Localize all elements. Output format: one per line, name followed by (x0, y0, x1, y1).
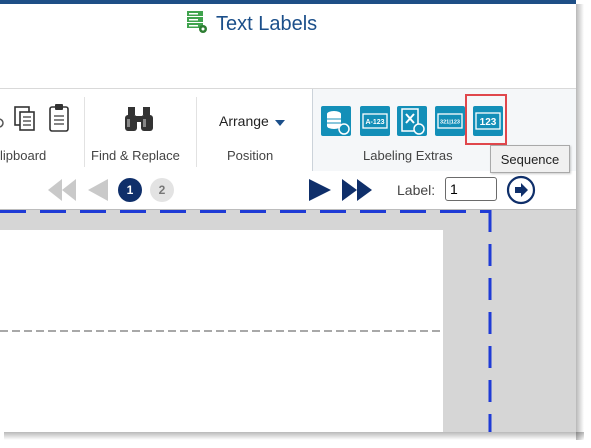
guide-lines (0, 210, 492, 432)
range-icon[interactable]: 321|123 (435, 106, 465, 136)
window-title: Text Labels (186, 10, 317, 39)
copy-icon[interactable] (13, 105, 37, 138)
clipboard-group-label: lipboard (0, 148, 47, 163)
last-page-icon[interactable] (340, 179, 374, 206)
delete-field-icon[interactable] (397, 106, 427, 136)
page-1-button[interactable]: 1 (118, 178, 142, 202)
paste-icon[interactable] (48, 103, 72, 138)
label-caption: Label: (397, 182, 436, 198)
ribbon-divider (84, 97, 85, 167)
a123-text-icon[interactable]: A-123 (360, 106, 390, 136)
window-shadow (576, 4, 584, 440)
app-window: Text Labels lipboard Find & Replace Arra… (0, 0, 576, 432)
window-shadow (4, 432, 584, 440)
caret-down-icon (274, 113, 285, 129)
binoculars-icon[interactable] (124, 105, 154, 138)
find-replace-group-label: Find & Replace (91, 148, 180, 163)
database-icon[interactable] (321, 106, 351, 136)
page-2-button[interactable]: 2 (150, 178, 174, 202)
previous-page-icon[interactable] (86, 179, 110, 206)
text-labels-app-icon (186, 10, 208, 39)
position-group-label: Position (227, 148, 274, 163)
go-arrow-icon[interactable] (506, 175, 536, 210)
ribbon-divider (196, 97, 197, 167)
arrange-dropdown[interactable]: Arrange (219, 113, 285, 129)
format-painter-icon[interactable] (0, 111, 6, 136)
labeling-extras-group-label: Labeling Extras (363, 148, 453, 163)
sequence-highlight-box (465, 94, 507, 145)
page-title: Text Labels (216, 13, 318, 35)
title-area: Text Labels (0, 4, 576, 88)
a123-icon-text: A-123 (365, 119, 384, 126)
design-canvas[interactable] (0, 209, 576, 432)
page-navigation: 1 2 Label: (0, 171, 576, 209)
first-page-icon[interactable] (46, 179, 78, 206)
sequence-tooltip: Sequence (490, 145, 570, 173)
range-icon-text: 321|123 (440, 120, 460, 126)
next-page-icon[interactable] (307, 179, 333, 206)
arrange-label: Arrange (219, 113, 269, 129)
label-number-input[interactable] (445, 177, 497, 201)
